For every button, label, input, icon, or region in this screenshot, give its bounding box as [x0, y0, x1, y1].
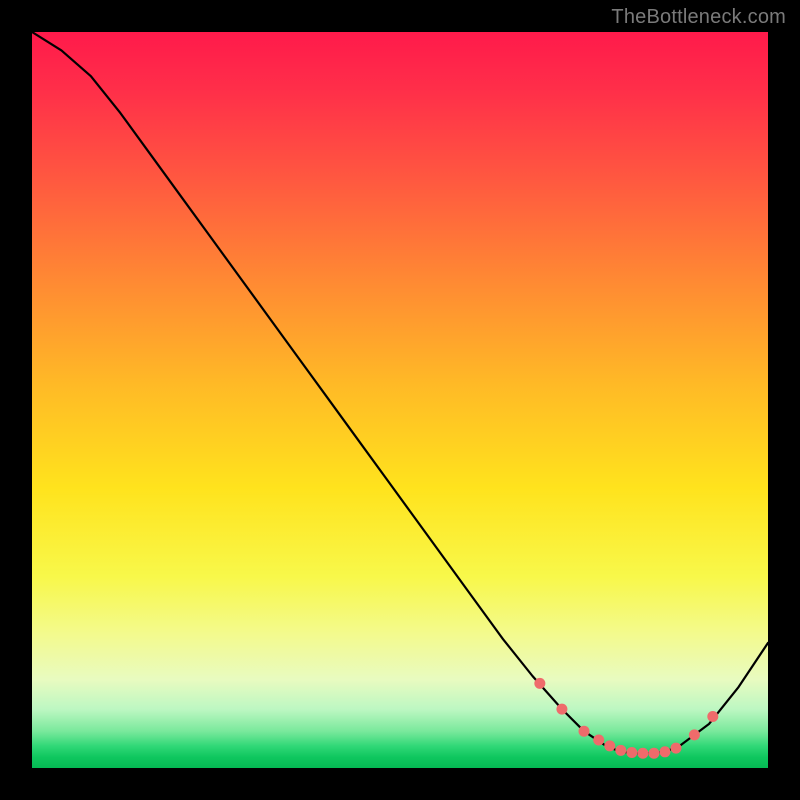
- curve-marker: [556, 704, 567, 715]
- curve-marker: [671, 743, 682, 754]
- curve-marker: [659, 746, 670, 757]
- marker-group: [534, 678, 718, 759]
- chart-stage: TheBottleneck.com: [0, 0, 800, 800]
- curve-marker: [579, 726, 590, 737]
- watermark-text: TheBottleneck.com: [611, 6, 786, 29]
- chart-svg: [32, 32, 768, 768]
- curve-marker: [615, 745, 626, 756]
- curve-marker: [707, 711, 718, 722]
- plot-area: [32, 32, 768, 768]
- curve-marker: [689, 729, 700, 740]
- curve-marker: [593, 735, 604, 746]
- curve-marker: [637, 748, 648, 759]
- curve-marker: [626, 747, 637, 758]
- curve-marker: [604, 740, 615, 751]
- bottleneck-curve: [32, 32, 768, 753]
- curve-marker: [648, 748, 659, 759]
- curve-marker: [534, 678, 545, 689]
